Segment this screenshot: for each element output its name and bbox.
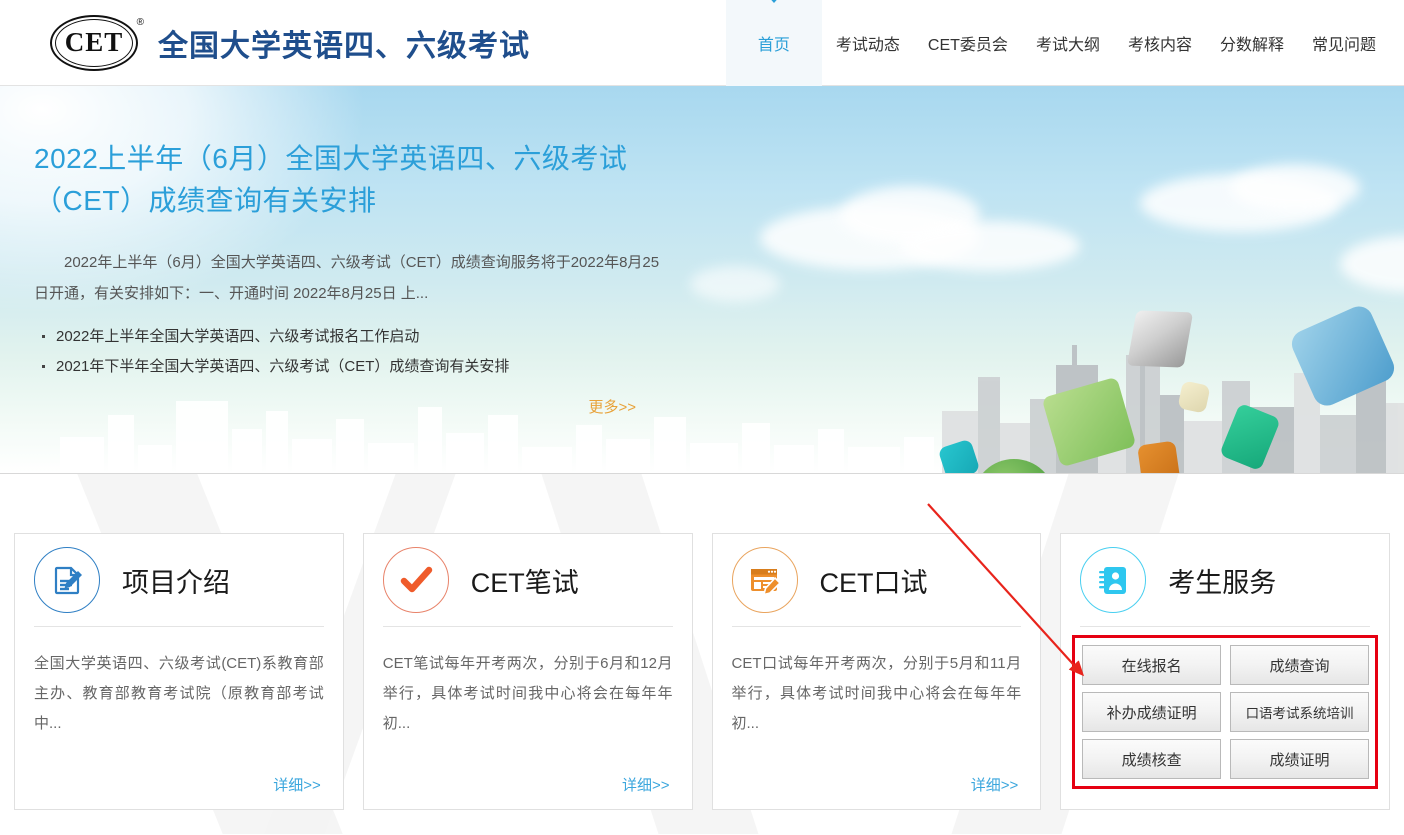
check-mark-icon xyxy=(383,547,449,613)
card-body-text: CET口试每年开考两次，分别于5月和11月举行，具体考试时间我中心将会在每年年初… xyxy=(732,627,1022,739)
service-buttons-highlight-box: 在线报名 成绩查询 补办成绩证明 口语考试系统培训 成绩核查 成绩证明 xyxy=(1072,635,1378,789)
cloud-shape xyxy=(900,221,1080,271)
nav-item-label: 考试大纲 xyxy=(1036,31,1100,55)
banner-headline[interactable]: 2022上半年（6月）全国大学英语四、六级考试（CET）成绩查询有关安排 xyxy=(34,138,660,222)
site-title: 全国大学英语四、六级考试 xyxy=(158,21,530,65)
nav-item-exam-news[interactable]: 考试动态 xyxy=(822,0,914,86)
nav-item-label: 常见问题 xyxy=(1312,31,1376,55)
card-title: 项目介绍 xyxy=(122,561,230,600)
chevron-down-icon xyxy=(766,0,782,3)
service-button-reissue-score-certificate[interactable]: 补办成绩证明 xyxy=(1082,692,1221,732)
hero-banner: 2022上半年（6月）全国大学英语四、六级考试（CET）成绩查询有关安排 202… xyxy=(0,86,1404,474)
service-button-score-verification[interactable]: 成绩核查 xyxy=(1082,739,1221,779)
floating-cube-piano xyxy=(1127,310,1193,367)
form-pen-icon xyxy=(732,547,798,613)
card-title: CET笔试 xyxy=(471,561,579,600)
cet-logo-seal: CET ® xyxy=(48,15,140,71)
nav-item-label: 首页 xyxy=(758,31,790,55)
nav-item-exam-content[interactable]: 考核内容 xyxy=(1114,0,1206,86)
cards-section: 项目介绍 全国大学英语四、六级考试(CET)系教育部主办、教育部教育考试院（原教… xyxy=(0,474,1404,834)
nav-item-exam-syllabus[interactable]: 考试大纲 xyxy=(1022,0,1114,86)
logo-text: CET xyxy=(65,29,124,56)
banner-text-block: 2022上半年（6月）全国大学英语四、六级考试（CET）成绩查询有关安排 202… xyxy=(0,86,700,417)
service-button-online-registration[interactable]: 在线报名 xyxy=(1082,645,1221,685)
main-navigation: 首页 考试动态 CET委员会 考试大纲 考核内容 分数解释 常见问题 xyxy=(726,0,1404,86)
card-detail-link[interactable]: 详细>> xyxy=(273,774,321,795)
card-title: CET口试 xyxy=(820,561,928,600)
card-grid: 项目介绍 全国大学英语四、六级考试(CET)系教育部主办、教育部教育考试院（原教… xyxy=(0,474,1404,810)
card-header: 项目介绍 xyxy=(34,534,324,627)
news-list-item[interactable]: 2021年下半年全国大学英语四、六级考试（CET）成绩查询有关安排 xyxy=(34,352,660,382)
nav-item-faq[interactable]: 常见问题 xyxy=(1298,0,1404,86)
nav-item-label: 考试动态 xyxy=(836,31,900,55)
nav-item-label: CET委员会 xyxy=(928,31,1008,55)
news-list-item[interactable]: 2022年上半年全国大学英语四、六级考试报名工作启动 xyxy=(34,322,660,352)
card-title: 考生服务 xyxy=(1168,561,1276,600)
nav-item-home[interactable]: 首页 xyxy=(726,0,822,86)
card-project-intro[interactable]: 项目介绍 全国大学英语四、六级考试(CET)系教育部主办、教育部教育考试院（原教… xyxy=(14,533,344,810)
nav-item-score-interpretation[interactable]: 分数解释 xyxy=(1206,0,1298,86)
banner-summary: 2022年上半年（6月）全国大学英语四、六级考试（CET）成绩查询服务将于202… xyxy=(34,248,660,310)
service-button-score-certificate[interactable]: 成绩证明 xyxy=(1230,739,1369,779)
nav-item-cet-committee[interactable]: CET委员会 xyxy=(914,0,1022,86)
cloud-shape xyxy=(1340,236,1404,292)
floating-cube-orange xyxy=(1137,441,1181,474)
cloud-shape xyxy=(690,266,780,302)
card-detail-link[interactable]: 详细>> xyxy=(622,774,670,795)
site-header: CET ® 全国大学英语四、六级考试 首页 考试动态 CET委员会 考试大纲 考… xyxy=(0,0,1404,86)
service-button-score-query[interactable]: 成绩查询 xyxy=(1230,645,1369,685)
service-button-oral-exam-system-training[interactable]: 口语考试系统培训 xyxy=(1230,692,1369,732)
card-cet-written[interactable]: CET笔试 CET笔试每年开考两次，分别于6月和12月举行，具体考试时间我中心将… xyxy=(363,533,693,810)
registered-mark-icon: ® xyxy=(137,17,144,28)
nav-item-label: 考核内容 xyxy=(1128,31,1192,55)
card-cet-oral[interactable]: CET口试 CET口试每年开考两次，分别于5月和11月举行，具体考试时间我中心将… xyxy=(712,533,1042,810)
card-body-text: CET笔试每年开考两次，分别于6月和12月举行，具体考试时间我中心将会在每年年初… xyxy=(383,627,673,739)
card-header: CET笔试 xyxy=(383,534,673,627)
card-header: 考生服务 xyxy=(1080,534,1370,627)
banner-news-list: 2022年上半年全国大学英语四、六级考试报名工作启动 2021年下半年全国大学英… xyxy=(34,322,660,382)
document-pen-icon xyxy=(34,547,100,613)
card-candidate-services[interactable]: 考生服务 在线报名 成绩查询 补办成绩证明 口语考试系统培训 成绩核查 成绩证明 xyxy=(1060,533,1390,810)
card-detail-link[interactable]: 详细>> xyxy=(971,774,1019,795)
cloud-shape xyxy=(1230,164,1360,212)
address-book-icon xyxy=(1080,547,1146,613)
card-header: CET口试 xyxy=(732,534,1022,627)
logo-block[interactable]: CET ® 全国大学英语四、六级考试 xyxy=(0,15,530,71)
banner-more-link[interactable]: 更多>> xyxy=(34,396,660,417)
nav-item-label: 分数解释 xyxy=(1220,31,1284,55)
card-body-text: 全国大学英语四、六级考试(CET)系教育部主办、教育部教育考试院（原教育部考试中… xyxy=(34,627,324,739)
